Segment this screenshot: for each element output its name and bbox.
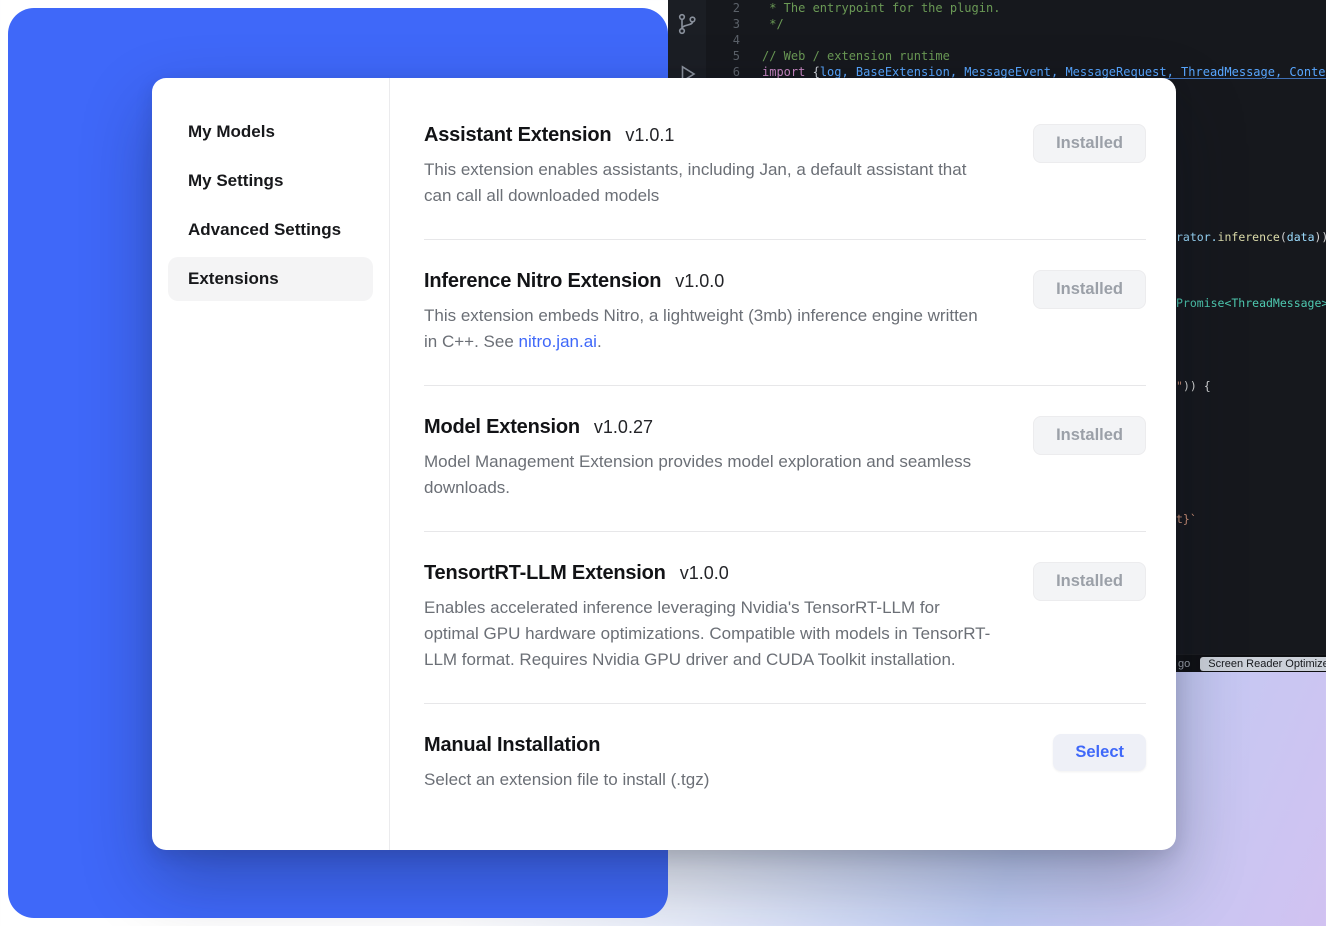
extension-title: Manual Installation [424, 734, 600, 757]
extension-description: Select an extension file to install (.tg… [424, 767, 709, 793]
code-token: )) { [1183, 379, 1211, 393]
line-number: 4 [706, 32, 740, 48]
code-text: // Web / extension runtime [740, 48, 950, 64]
extension-section-tensorrt: TensortRT-LLM Extension v1.0.0 Enables a… [424, 532, 1146, 704]
extension-info: Assistant Extension v1.0.1 This extensio… [424, 124, 994, 209]
nitro-link[interactable]: nitro.jan.ai [519, 332, 597, 351]
code-token: rator. [1176, 230, 1218, 244]
extension-info: Manual Installation Select an extension … [424, 734, 709, 793]
extension-description: Model Management Extension provides mode… [424, 449, 994, 501]
code-fragment-template-end: t}` [1176, 512, 1197, 526]
extension-version: v1.0.0 [675, 271, 724, 292]
description-text: This extension embeds Nitro, a lightweig… [424, 306, 978, 351]
code-area[interactable]: 2 * The entrypoint for the plugin. 3 */ … [706, 0, 1326, 80]
description-text: . [597, 332, 602, 351]
extension-version: v1.0.27 [594, 417, 653, 438]
screen-reader-chip[interactable]: Screen Reader Optimize [1200, 657, 1326, 671]
brace: { [813, 65, 820, 79]
extension-title: Assistant Extension [424, 124, 611, 147]
status-bar-text: go [1178, 658, 1190, 670]
select-button[interactable]: Select [1053, 734, 1146, 771]
sidebar-item-extensions[interactable]: Extensions [168, 257, 373, 301]
settings-card: My Models My Settings Advanced Settings … [152, 78, 1176, 850]
extension-title: TensortRT-LLM Extension [424, 562, 666, 585]
extension-section-nitro: Inference Nitro Extension v1.0.0 This ex… [424, 240, 1146, 386]
extension-info: Inference Nitro Extension v1.0.0 This ex… [424, 270, 994, 355]
import-keyword: import [762, 65, 813, 79]
code-line: 5 // Web / extension runtime [706, 48, 1326, 64]
code-text [740, 32, 762, 48]
sidebar-item-advanced-settings[interactable]: Advanced Settings [168, 208, 373, 252]
extension-info: TensortRT-LLM Extension v1.0.0 Enables a… [424, 562, 994, 673]
installed-button[interactable]: Installed [1033, 416, 1146, 455]
extension-version: v1.0.1 [625, 125, 674, 146]
sidebar-item-my-settings[interactable]: My Settings [168, 159, 373, 203]
extension-section-model: Model Extension v1.0.27 Model Management… [424, 386, 1146, 532]
extension-info: Model Extension v1.0.27 Model Management… [424, 416, 994, 501]
code-line: 3 */ [706, 16, 1326, 32]
code-fragment-promise-type: Promise<ThreadMessage> [1176, 296, 1326, 310]
extension-title: Model Extension [424, 416, 580, 439]
extension-description: This extension embeds Nitro, a lightweig… [424, 303, 994, 355]
extension-section-manual-install: Manual Installation Select an extension … [424, 704, 1146, 823]
installed-button[interactable]: Installed [1033, 270, 1146, 309]
line-number: 3 [706, 16, 740, 32]
imported-symbols: log, BaseExtension, MessageEvent, Messag… [820, 65, 1326, 79]
code-fragment-string-brace: ")) { [1176, 379, 1211, 393]
extension-section-assistant: Assistant Extension v1.0.1 This extensio… [424, 94, 1146, 240]
installed-button[interactable]: Installed [1033, 562, 1146, 601]
code-text: */ [740, 16, 784, 32]
code-text: * The entrypoint for the plugin. [740, 0, 1000, 16]
line-number: 5 [706, 48, 740, 64]
installed-button[interactable]: Installed [1033, 124, 1146, 163]
code-line: 4 [706, 32, 1326, 48]
code-token: data [1287, 230, 1315, 244]
sidebar: My Models My Settings Advanced Settings … [152, 78, 390, 850]
source-control-icon[interactable] [675, 12, 699, 36]
code-token: " [1176, 379, 1183, 393]
code-token: ( [1280, 230, 1287, 244]
extension-version: v1.0.0 [680, 563, 729, 584]
line-number: 2 [706, 0, 740, 16]
extension-description: Enables accelerated inference leveraging… [424, 595, 994, 673]
code-token: )); [1315, 230, 1326, 244]
sidebar-item-my-models[interactable]: My Models [168, 110, 373, 154]
code-line: 2 * The entrypoint for the plugin. [706, 0, 1326, 16]
code-fragment-inference-call: rator.inference(data)); [1176, 230, 1326, 244]
extension-description: This extension enables assistants, inclu… [424, 157, 994, 209]
extensions-panel: Assistant Extension v1.0.1 This extensio… [390, 78, 1176, 850]
code-token: inference [1218, 230, 1280, 244]
extension-title: Inference Nitro Extension [424, 270, 661, 293]
